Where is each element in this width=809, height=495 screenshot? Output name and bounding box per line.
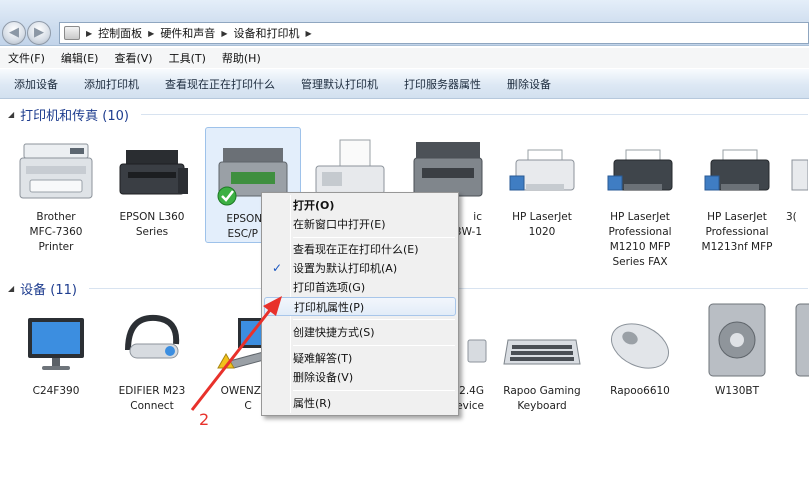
keyboard-icon bbox=[503, 339, 581, 365]
group-divider bbox=[140, 114, 808, 115]
printer-item[interactable]: HP LaserJet Professional M1213nf MFP bbox=[689, 136, 785, 255]
printer-laser-icon bbox=[704, 149, 770, 191]
printer-label: HP LaserJet Professional M1213nf MFP bbox=[701, 211, 773, 253]
device-label: C24F390 bbox=[32, 385, 80, 397]
menu-item-create-shortcut[interactable]: 创建快捷方式(S) bbox=[264, 323, 456, 342]
device-label: Rapoo6610 bbox=[610, 385, 670, 397]
menu-tools[interactable]: 工具(T) bbox=[169, 50, 206, 66]
menu-item-printing-preferences[interactable]: 打印首选项(G) bbox=[264, 278, 456, 297]
menu-help[interactable]: 帮助(H) bbox=[222, 50, 261, 66]
device-item[interactable]: Rapoo6610 bbox=[592, 310, 688, 399]
forward-button[interactable]: ▶ bbox=[27, 21, 51, 45]
device-item[interactable]: EDIFIER M23 Connect bbox=[104, 310, 200, 414]
printer-label: Brother MFC-7360 Printer bbox=[29, 211, 83, 253]
speaker-icon bbox=[795, 303, 809, 377]
collapse-triangle-icon[interactable]: ◢ bbox=[8, 284, 14, 293]
menu-item-printer-properties[interactable]: 打印机属性(P) bbox=[264, 297, 456, 316]
menu-separator bbox=[293, 345, 455, 346]
collapse-triangle-icon[interactable]: ◢ bbox=[8, 110, 14, 119]
breadcrumb-item-control-panel[interactable]: 控制面板 bbox=[98, 25, 142, 41]
printer-laser-icon bbox=[607, 149, 673, 191]
menu-item-troubleshoot[interactable]: 疑难解答(T) bbox=[264, 349, 456, 368]
device-item[interactable] bbox=[792, 300, 809, 384]
context-menu: 打开(O) 在新窗口中打开(E) 查看现在正在打印什么(E) ✓ 设置为默认打印… bbox=[261, 192, 459, 416]
see-whats-printing-button[interactable]: 查看现在正在打印什么 bbox=[165, 76, 275, 92]
menu-item-properties[interactable]: 属性(R) bbox=[264, 394, 456, 413]
chevron-right-icon[interactable]: ▶ bbox=[86, 29, 92, 38]
back-button[interactable]: ◀ bbox=[2, 21, 26, 45]
manage-default-printers-button[interactable]: 管理默认打印机 bbox=[301, 76, 378, 92]
device-label: EDIFIER M23 Connect bbox=[118, 385, 186, 412]
speaker-icon bbox=[708, 303, 766, 377]
printer-label: HP LaserJet Professional M1210 MFP Serie… bbox=[608, 211, 672, 268]
breadcrumb-item-hardware-sound[interactable]: 硬件和声音 bbox=[160, 25, 215, 41]
printer-item[interactable]: 3( bbox=[786, 136, 809, 225]
chevron-right-icon[interactable]: ▶ bbox=[148, 29, 154, 38]
breadcrumb[interactable]: ▶ 控制面板 ▶ 硬件和声音 ▶ 设备和打印机 ▶ bbox=[59, 22, 809, 44]
menu-separator bbox=[293, 319, 455, 320]
control-panel-icon bbox=[64, 26, 80, 40]
printer-mfc-icon bbox=[19, 143, 93, 199]
menu-item-see-printing[interactable]: 查看现在正在打印什么(E) bbox=[264, 240, 456, 259]
menu-separator bbox=[293, 237, 455, 238]
checkmark-icon: ✓ bbox=[272, 261, 283, 275]
menu-item-open-new-window[interactable]: 在新窗口中打开(E) bbox=[264, 215, 456, 234]
print-server-properties-button[interactable]: 打印服务器属性 bbox=[404, 76, 481, 92]
annotation-step-number: 2 bbox=[199, 410, 210, 429]
menu-separator bbox=[293, 390, 455, 391]
chevron-right-icon[interactable]: ▶ bbox=[221, 29, 227, 38]
device-item[interactable]: C24F390 bbox=[8, 310, 104, 399]
device-item[interactable]: Rapoo Gaming Keyboard bbox=[494, 310, 590, 414]
printer-label: EPSON L360 Series bbox=[119, 211, 185, 238]
printers-group-title: 打印机和传真 (10) bbox=[20, 109, 129, 124]
menu-file[interactable]: 文件(F) bbox=[8, 50, 45, 66]
printer-item[interactable]: Brother MFC-7360 Printer bbox=[8, 136, 104, 255]
add-printer-button[interactable]: 添加打印机 bbox=[84, 76, 139, 92]
printer-label: 3( bbox=[786, 211, 797, 223]
monitor-icon bbox=[28, 318, 84, 370]
printer-item[interactable]: HP LaserJet 1020 bbox=[494, 136, 590, 240]
menu-item-open[interactable]: 打开(O) bbox=[264, 196, 456, 215]
devices-group-title: 设备 (11) bbox=[20, 283, 77, 298]
printers-group-header[interactable]: ◢ 打印机和传真 (10) bbox=[8, 105, 808, 124]
printer-item[interactable]: HP LaserJet Professional M1210 MFP Serie… bbox=[592, 136, 688, 270]
address-bar: ◀ ▶ ▶ 控制面板 ▶ 硬件和声音 ▶ 设备和打印机 ▶ bbox=[0, 0, 809, 46]
printer-item[interactable]: EPSON L360 Series bbox=[104, 136, 200, 240]
printer-label: HP LaserJet 1020 bbox=[512, 211, 572, 238]
device-label: W130BT bbox=[714, 385, 760, 397]
menu-edit[interactable]: 编辑(E) bbox=[61, 50, 99, 66]
menu-bar: 文件(F) 编辑(E) 查看(V) 工具(T) 帮助(H) bbox=[0, 48, 809, 68]
breadcrumb-item-devices-printers[interactable]: 设备和打印机 bbox=[233, 25, 299, 41]
command-bar: 添加设备 添加打印机 查看现在正在打印什么 管理默认打印机 打印服务器属性 删除… bbox=[0, 69, 809, 99]
menu-item-set-default[interactable]: ✓ 设置为默认打印机(A) bbox=[264, 259, 456, 278]
printer-inkjet-icon bbox=[119, 150, 188, 195]
menu-item-label: 设置为默认打印机(A) bbox=[293, 262, 398, 275]
menu-item-remove-device[interactable]: 删除设备(V) bbox=[264, 368, 456, 387]
chevron-right-icon[interactable]: ▶ bbox=[305, 29, 311, 38]
device-label: Rapoo Gaming Keyboard bbox=[503, 385, 581, 412]
add-device-button[interactable]: 添加设备 bbox=[14, 76, 58, 92]
device-item[interactable]: W130BT bbox=[689, 300, 785, 399]
mouse-icon bbox=[611, 323, 669, 369]
headset-icon bbox=[125, 314, 180, 359]
remove-device-button[interactable]: 删除设备 bbox=[507, 76, 551, 92]
printer-partial-icon bbox=[791, 159, 808, 191]
printer-laser-icon bbox=[509, 149, 575, 191]
menu-view[interactable]: 查看(V) bbox=[114, 50, 152, 66]
